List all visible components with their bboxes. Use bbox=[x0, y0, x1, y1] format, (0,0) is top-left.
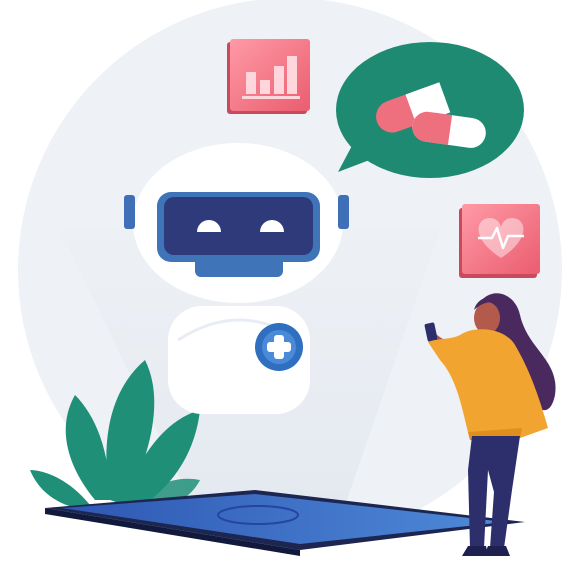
robot-ear-left bbox=[124, 195, 135, 229]
illustration-canvas bbox=[18, 0, 562, 556]
heart-pulse-icon bbox=[459, 204, 540, 278]
robot-visor bbox=[164, 197, 313, 255]
speech-bubble-icon bbox=[336, 42, 524, 178]
person-pants bbox=[468, 436, 520, 548]
robot-ear-right bbox=[338, 195, 349, 229]
bar-chart-icon bbox=[227, 39, 310, 114]
plus-icon bbox=[255, 323, 303, 371]
